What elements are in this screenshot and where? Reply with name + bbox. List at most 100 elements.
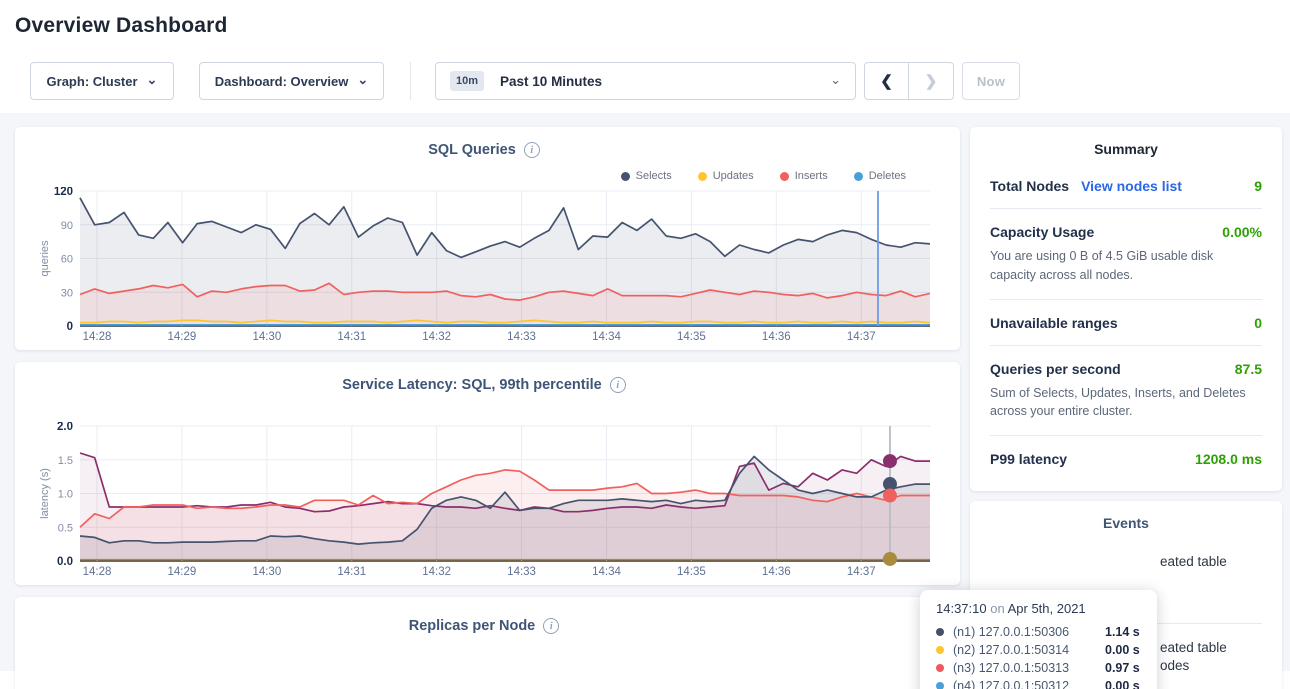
svg-text:14:35: 14:35 — [677, 566, 706, 578]
dashboard-controls: Graph: Cluster ⌄ Dashboard: Overview ⌄ 1… — [15, 62, 1275, 100]
svg-text:queries: queries — [39, 240, 51, 277]
svg-text:14:37: 14:37 — [847, 566, 876, 578]
svg-text:0.5: 0.5 — [58, 522, 73, 534]
svg-text:14:33: 14:33 — [507, 566, 536, 578]
summary-value: 0 — [1254, 315, 1262, 331]
legend-label: Inserts — [795, 170, 828, 182]
prev-interval-button[interactable]: ❮ — [864, 62, 909, 100]
legend-label: Selects — [636, 170, 672, 182]
dashboard-select-dropdown[interactable]: Dashboard: Overview ⌄ — [199, 62, 384, 100]
summary-card: Summary Total NodesView nodes list9Capac… — [970, 127, 1282, 491]
replicas-card: Replicas per Node i — [15, 597, 960, 689]
legend-item-updates[interactable]: Updates — [698, 170, 754, 182]
summary-value: 1208.0 ms — [1195, 451, 1262, 467]
info-icon[interactable]: i — [543, 618, 559, 634]
svg-text:0: 0 — [67, 321, 73, 333]
next-interval-button[interactable]: ❯ — [909, 62, 954, 100]
chevron-right-icon: ❯ — [925, 72, 938, 90]
page-header: Overview Dashboard Graph: Cluster ⌄ Dash… — [0, 0, 1290, 100]
summary-label: Queries per second — [990, 361, 1121, 377]
time-range-dropdown[interactable]: 10m Past 10 Minutes ⌄ — [435, 62, 856, 100]
svg-text:14:29: 14:29 — [168, 331, 197, 343]
summary-row-p99-latency: P99 latency1208.0 ms — [990, 436, 1262, 481]
time-range-badge: 10m — [450, 71, 484, 91]
legend-item-deletes[interactable]: Deletes — [854, 170, 906, 182]
time-step-buttons: ❮ ❯ — [864, 62, 954, 100]
latency-chart-title: Service Latency: SQL, 99th percentile — [342, 377, 602, 393]
event-text-fragment: eated table — [1160, 554, 1227, 569]
summary-row-unavailable-ranges: Unavailable ranges0 — [990, 300, 1262, 346]
svg-text:14:31: 14:31 — [337, 566, 366, 578]
svg-text:latency (s): latency (s) — [39, 468, 51, 519]
tooltip-timestamp: 14:37:10 on Apr 5th, 2021 — [936, 601, 1143, 616]
page-title: Overview Dashboard — [15, 14, 1275, 38]
node-address: (n2) 127.0.0.1:50314 — [953, 643, 1099, 657]
node-color-dot — [936, 664, 944, 672]
legend-label: Updates — [713, 170, 754, 182]
hover-tooltip: 14:37:10 on Apr 5th, 2021 (n1) 127.0.0.1… — [920, 590, 1157, 689]
events-title: Events — [990, 515, 1262, 531]
summary-value: 87.5 — [1235, 361, 1262, 377]
svg-text:0.0: 0.0 — [57, 556, 73, 568]
tooltip-row: (n2) 127.0.0.1:50314 0.00 s — [936, 641, 1143, 659]
svg-text:1.0: 1.0 — [58, 489, 73, 501]
latency-chart[interactable]: 0.00.51.01.52.014:2814:2914:3014:3114:32… — [38, 422, 930, 579]
sql-queries-card: SQL Queries i Selects Updates Inserts Delet… — [15, 127, 960, 350]
event-text-fragment: odes — [1160, 657, 1268, 675]
svg-text:14:35: 14:35 — [677, 331, 706, 343]
tooltip-rows: (n1) 127.0.0.1:50306 1.14 s (n2) 127.0.0.1… — [936, 623, 1143, 689]
svg-text:14:30: 14:30 — [252, 331, 281, 343]
chevron-down-icon: ⌄ — [357, 73, 368, 86]
sql-queries-chart[interactable]: 030609012014:2814:2914:3014:3114:3214:33… — [38, 187, 930, 344]
event-row: eated table — [1160, 553, 1268, 571]
svg-text:2.0: 2.0 — [57, 422, 73, 433]
node-latency-value: 0.00 s — [1105, 679, 1140, 689]
now-button[interactable]: Now — [962, 62, 1020, 100]
svg-text:90: 90 — [61, 220, 73, 232]
svg-text:14:34: 14:34 — [592, 566, 621, 578]
sql-legend: Selects Updates Inserts Deletes — [38, 167, 930, 185]
svg-text:14:34: 14:34 — [592, 331, 621, 343]
node-latency-value: 0.00 s — [1105, 643, 1140, 657]
legend-item-inserts[interactable]: Inserts — [780, 170, 828, 182]
tooltip-row: (n4) 127.0.0.1:50312 0.00 s — [936, 677, 1143, 689]
node-color-dot — [936, 628, 944, 636]
latency-legend-spacer — [38, 402, 930, 420]
svg-text:14:32: 14:32 — [422, 331, 451, 343]
svg-text:120: 120 — [54, 187, 73, 198]
node-address: (n3) 127.0.0.1:50313 — [953, 661, 1099, 675]
summary-row-total-nodes: Total NodesView nodes list9 — [990, 163, 1262, 209]
node-address: (n4) 127.0.0.1:50312 — [953, 679, 1099, 689]
svg-text:30: 30 — [61, 287, 73, 299]
summary-label: Total Nodes — [990, 178, 1069, 194]
svg-text:14:36: 14:36 — [762, 331, 791, 343]
svg-text:1.5: 1.5 — [58, 455, 73, 467]
graph-scope-dropdown[interactable]: Graph: Cluster ⌄ — [30, 62, 174, 100]
svg-text:14:32: 14:32 — [422, 566, 451, 578]
svg-text:60: 60 — [61, 254, 73, 266]
legend-item-selects[interactable]: Selects — [621, 170, 672, 182]
info-icon[interactable]: i — [610, 377, 626, 393]
node-latency-value: 1.14 s — [1105, 625, 1140, 639]
summary-subtext: Sum of Selects, Updates, Inserts, and De… — [990, 384, 1262, 422]
chevron-left-icon: ❮ — [880, 72, 893, 90]
info-icon[interactable]: i — [524, 142, 540, 158]
summary-rows: Total NodesView nodes list9Capacity Usag… — [990, 163, 1262, 481]
event-text-fragment: eated table — [1160, 639, 1268, 657]
sql-queries-chart-title: SQL Queries — [428, 142, 516, 158]
chevron-down-icon: ⌄ — [830, 73, 841, 86]
svg-text:14:28: 14:28 — [83, 566, 112, 578]
svg-text:14:36: 14:36 — [762, 566, 791, 578]
view-nodes-list-link[interactable]: View nodes list — [1081, 178, 1182, 194]
legend-dot — [854, 172, 863, 181]
summary-value: 0.00% — [1222, 224, 1262, 240]
tooltip-row: (n3) 127.0.0.1:50313 0.97 s — [936, 659, 1143, 677]
node-address: (n1) 127.0.0.1:50306 — [953, 625, 1099, 639]
svg-text:14:31: 14:31 — [337, 331, 366, 343]
dashboard-body: SQL Queries i Selects Updates Inserts Delet… — [0, 113, 1290, 671]
summary-title: Summary — [990, 141, 1262, 157]
summary-label: Capacity Usage — [990, 224, 1094, 240]
node-latency-value: 0.97 s — [1105, 661, 1140, 675]
svg-text:14:37: 14:37 — [847, 331, 876, 343]
summary-row-queries-per-second: Queries per second 87.5 Sum of Selects, Up… — [990, 346, 1262, 437]
